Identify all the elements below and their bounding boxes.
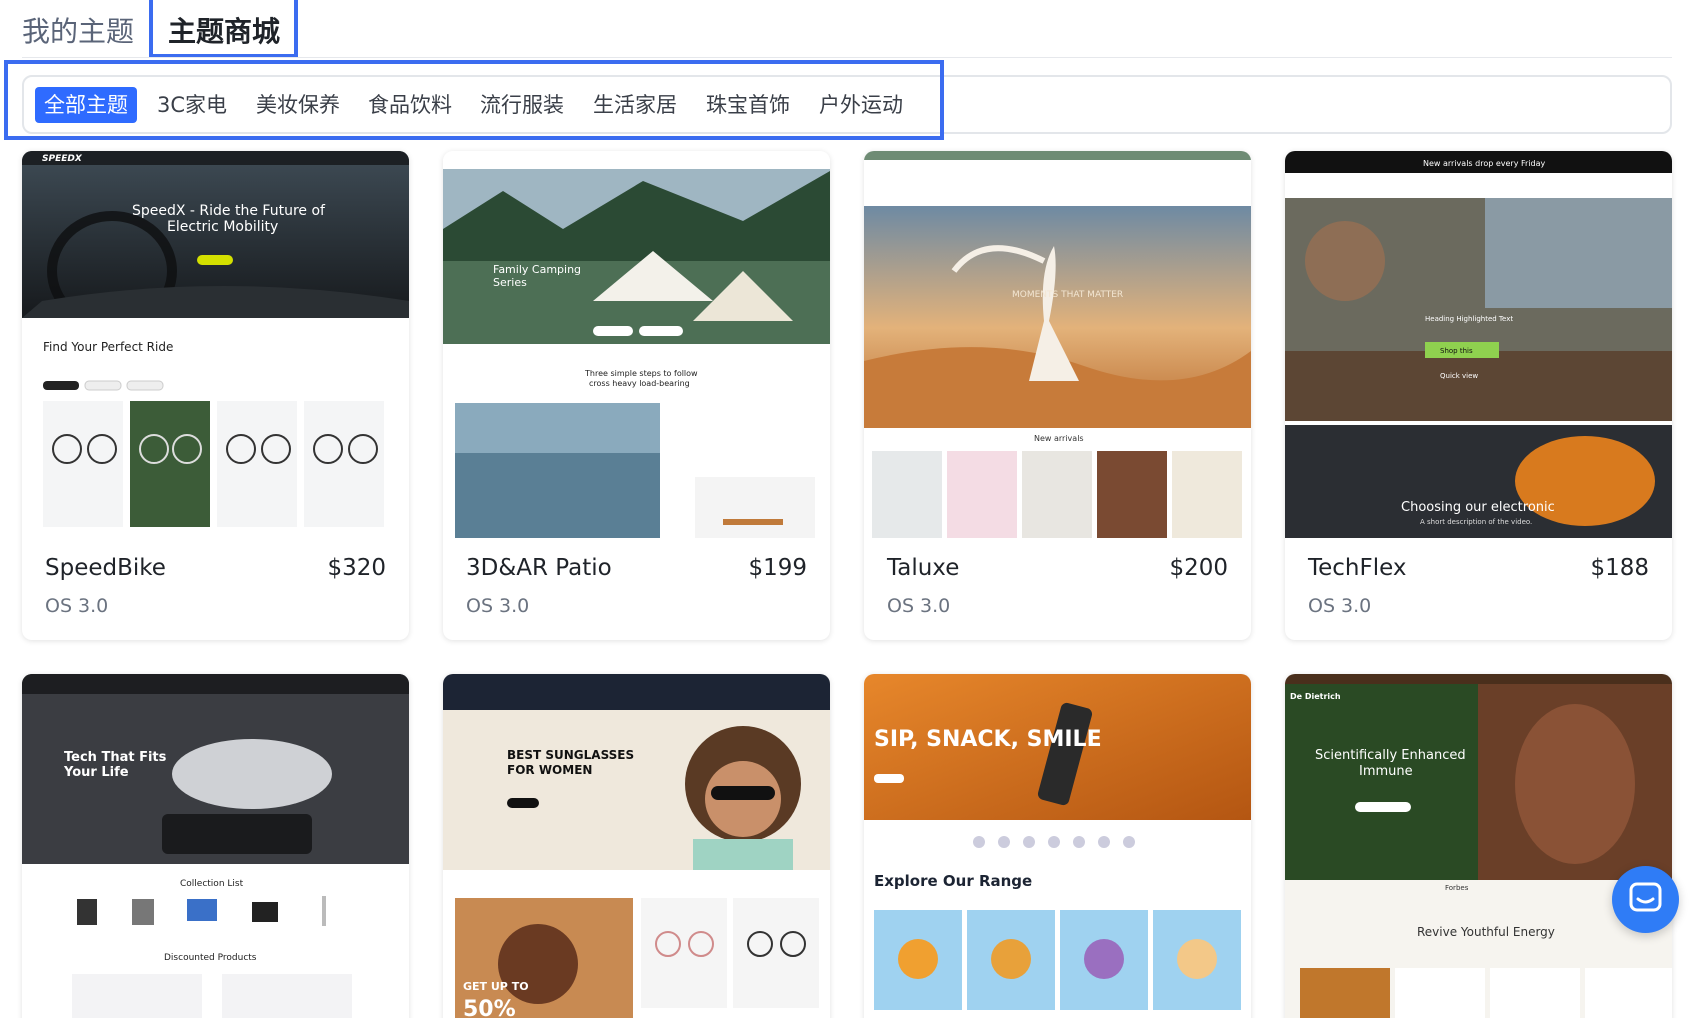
preview-heading: Heading Highlighted Text [1425,315,1513,323]
theme-name: Taluxe [887,555,960,581]
preview-section-2: cross heavy load-bearing [589,379,690,388]
preview-caption-2: A short description of the video. [1420,518,1532,526]
preview-brand: SPEEDX [42,154,83,164]
theme-card-techflex[interactable]: New arrivals drop every Friday Heading H… [1285,151,1672,640]
filter-chip-food[interactable]: 食品饮料 [366,87,454,123]
theme-preview-taluxe[interactable]: MOMENTS THAT MATTER New arrivals [864,151,1251,538]
theme-preview-techflex[interactable]: New arrivals drop every Friday Heading H… [1285,151,1672,538]
theme-os-version: OS 3.0 [1308,595,1372,617]
tab-theme-store[interactable]: 主题商城 [168,12,280,52]
preview-section: Revive Youthful Energy [1417,925,1555,939]
theme-preview-tech-fits[interactable]: Tech That Fits Your Life Collection List… [22,674,409,1018]
theme-card-speedbike[interactable]: SPEEDX SpeedX - Ride the Future of Elect… [22,151,409,640]
theme-price: $200 [1169,555,1228,581]
preview-section: Find Your Perfect Ride [43,340,173,354]
preview-hero-title: SIP, SNACK, SMILE [874,727,1102,752]
preview-topbar: New arrivals drop every Friday [1423,159,1545,168]
top-tabs: 我的主题 主题商城 [0,0,1702,58]
theme-card-taluxe[interactable]: MOMENTS THAT MATTER New arrivals Taluxe … [864,151,1251,640]
theme-os-version: OS 3.0 [45,595,109,617]
theme-name: 3D&AR Patio [466,555,612,581]
tabs-divider [22,57,1672,58]
preview-hero-title: Tech That Fits [64,750,167,765]
theme-card-sunglasses[interactable]: BEST SUNGLASSES FOR WOMEN GET UP TO 50% [443,674,830,1018]
preview-section-2: Discounted Products [164,953,257,963]
preview-section: Three simple steps to follow [584,369,698,378]
theme-name: TechFlex [1308,555,1407,581]
theme-price: $320 [327,555,386,581]
preview-caption: Choosing our electronic [1401,500,1555,515]
theme-os-version: OS 3.0 [466,595,530,617]
preview-hero-title-2: Electric Mobility [167,219,278,235]
preview-hero-title-2: Your Life [63,765,129,780]
theme-card-tech-fits[interactable]: Tech That Fits Your Life Collection List… [22,674,409,1018]
filter-chip-jewelry[interactable]: 珠宝首饰 [704,87,792,123]
theme-preview-speedbike[interactable]: SPEEDX SpeedX - Ride the Future of Elect… [22,151,409,538]
theme-card-sip-snack[interactable]: SIP, SNACK, SMILE Explore Our Range [864,674,1251,1018]
filter-chip-fashion[interactable]: 流行服装 [478,87,566,123]
filter-chip-3c[interactable]: 3C家电 [149,87,235,123]
theme-preview-3d-ar-patio[interactable]: Family Camping Series Three simple steps… [443,151,830,538]
preview-promo: GET UP TO [463,980,529,993]
preview-brand: De Dietrich [1290,692,1341,701]
chat-icon [1629,882,1662,912]
preview-hero-title: MOMENTS THAT MATTER [1012,290,1123,300]
preview-hero-title-2: Series [493,276,527,289]
preview-hero-title-2: Immune [1359,764,1413,779]
preview-hero-title-2: FOR WOMEN [507,763,592,777]
preview-hero-title: BEST SUNGLASSES [507,748,634,762]
preview-hero-title: Family Camping [493,263,581,276]
preview-btn-1: Shop this [1440,347,1473,355]
filter-chip-home[interactable]: 生活家居 [591,87,679,123]
preview-section: Explore Our Range [874,872,1032,890]
theme-price: $188 [1590,555,1649,581]
theme-os-version: OS 3.0 [887,595,951,617]
filter-chip-all[interactable]: 全部主题 [35,87,137,123]
preview-section: New arrivals [1034,434,1084,443]
theme-name: SpeedBike [45,555,166,581]
theme-card-scientific[interactable]: De Dietrich Scientifically Enhanced Immu… [1285,674,1672,1018]
filter-chip-outdoor[interactable]: 户外运动 [817,87,905,123]
preview-promo-2: 50% [463,997,516,1018]
chat-widget-button[interactable] [1612,866,1679,933]
theme-card-3d-ar-patio[interactable]: Family Camping Series Three simple steps… [443,151,830,640]
tab-my-themes[interactable]: 我的主题 [22,12,134,52]
theme-price: $199 [748,555,807,581]
preview-press: Forbes [1445,884,1469,892]
theme-preview-scientific[interactable]: De Dietrich Scientifically Enhanced Immu… [1285,674,1672,1018]
filter-chip-beauty[interactable]: 美妆保养 [254,87,342,123]
theme-preview-sip-snack[interactable]: SIP, SNACK, SMILE Explore Our Range [864,674,1251,1018]
preview-hero-title: SpeedX - Ride the Future of [132,203,326,219]
theme-preview-sunglasses[interactable]: BEST SUNGLASSES FOR WOMEN GET UP TO 50% [443,674,830,1018]
preview-btn-2: Quick view [1440,372,1478,380]
preview-hero-title: Scientifically Enhanced [1315,748,1466,763]
preview-section: Collection List [180,879,244,889]
